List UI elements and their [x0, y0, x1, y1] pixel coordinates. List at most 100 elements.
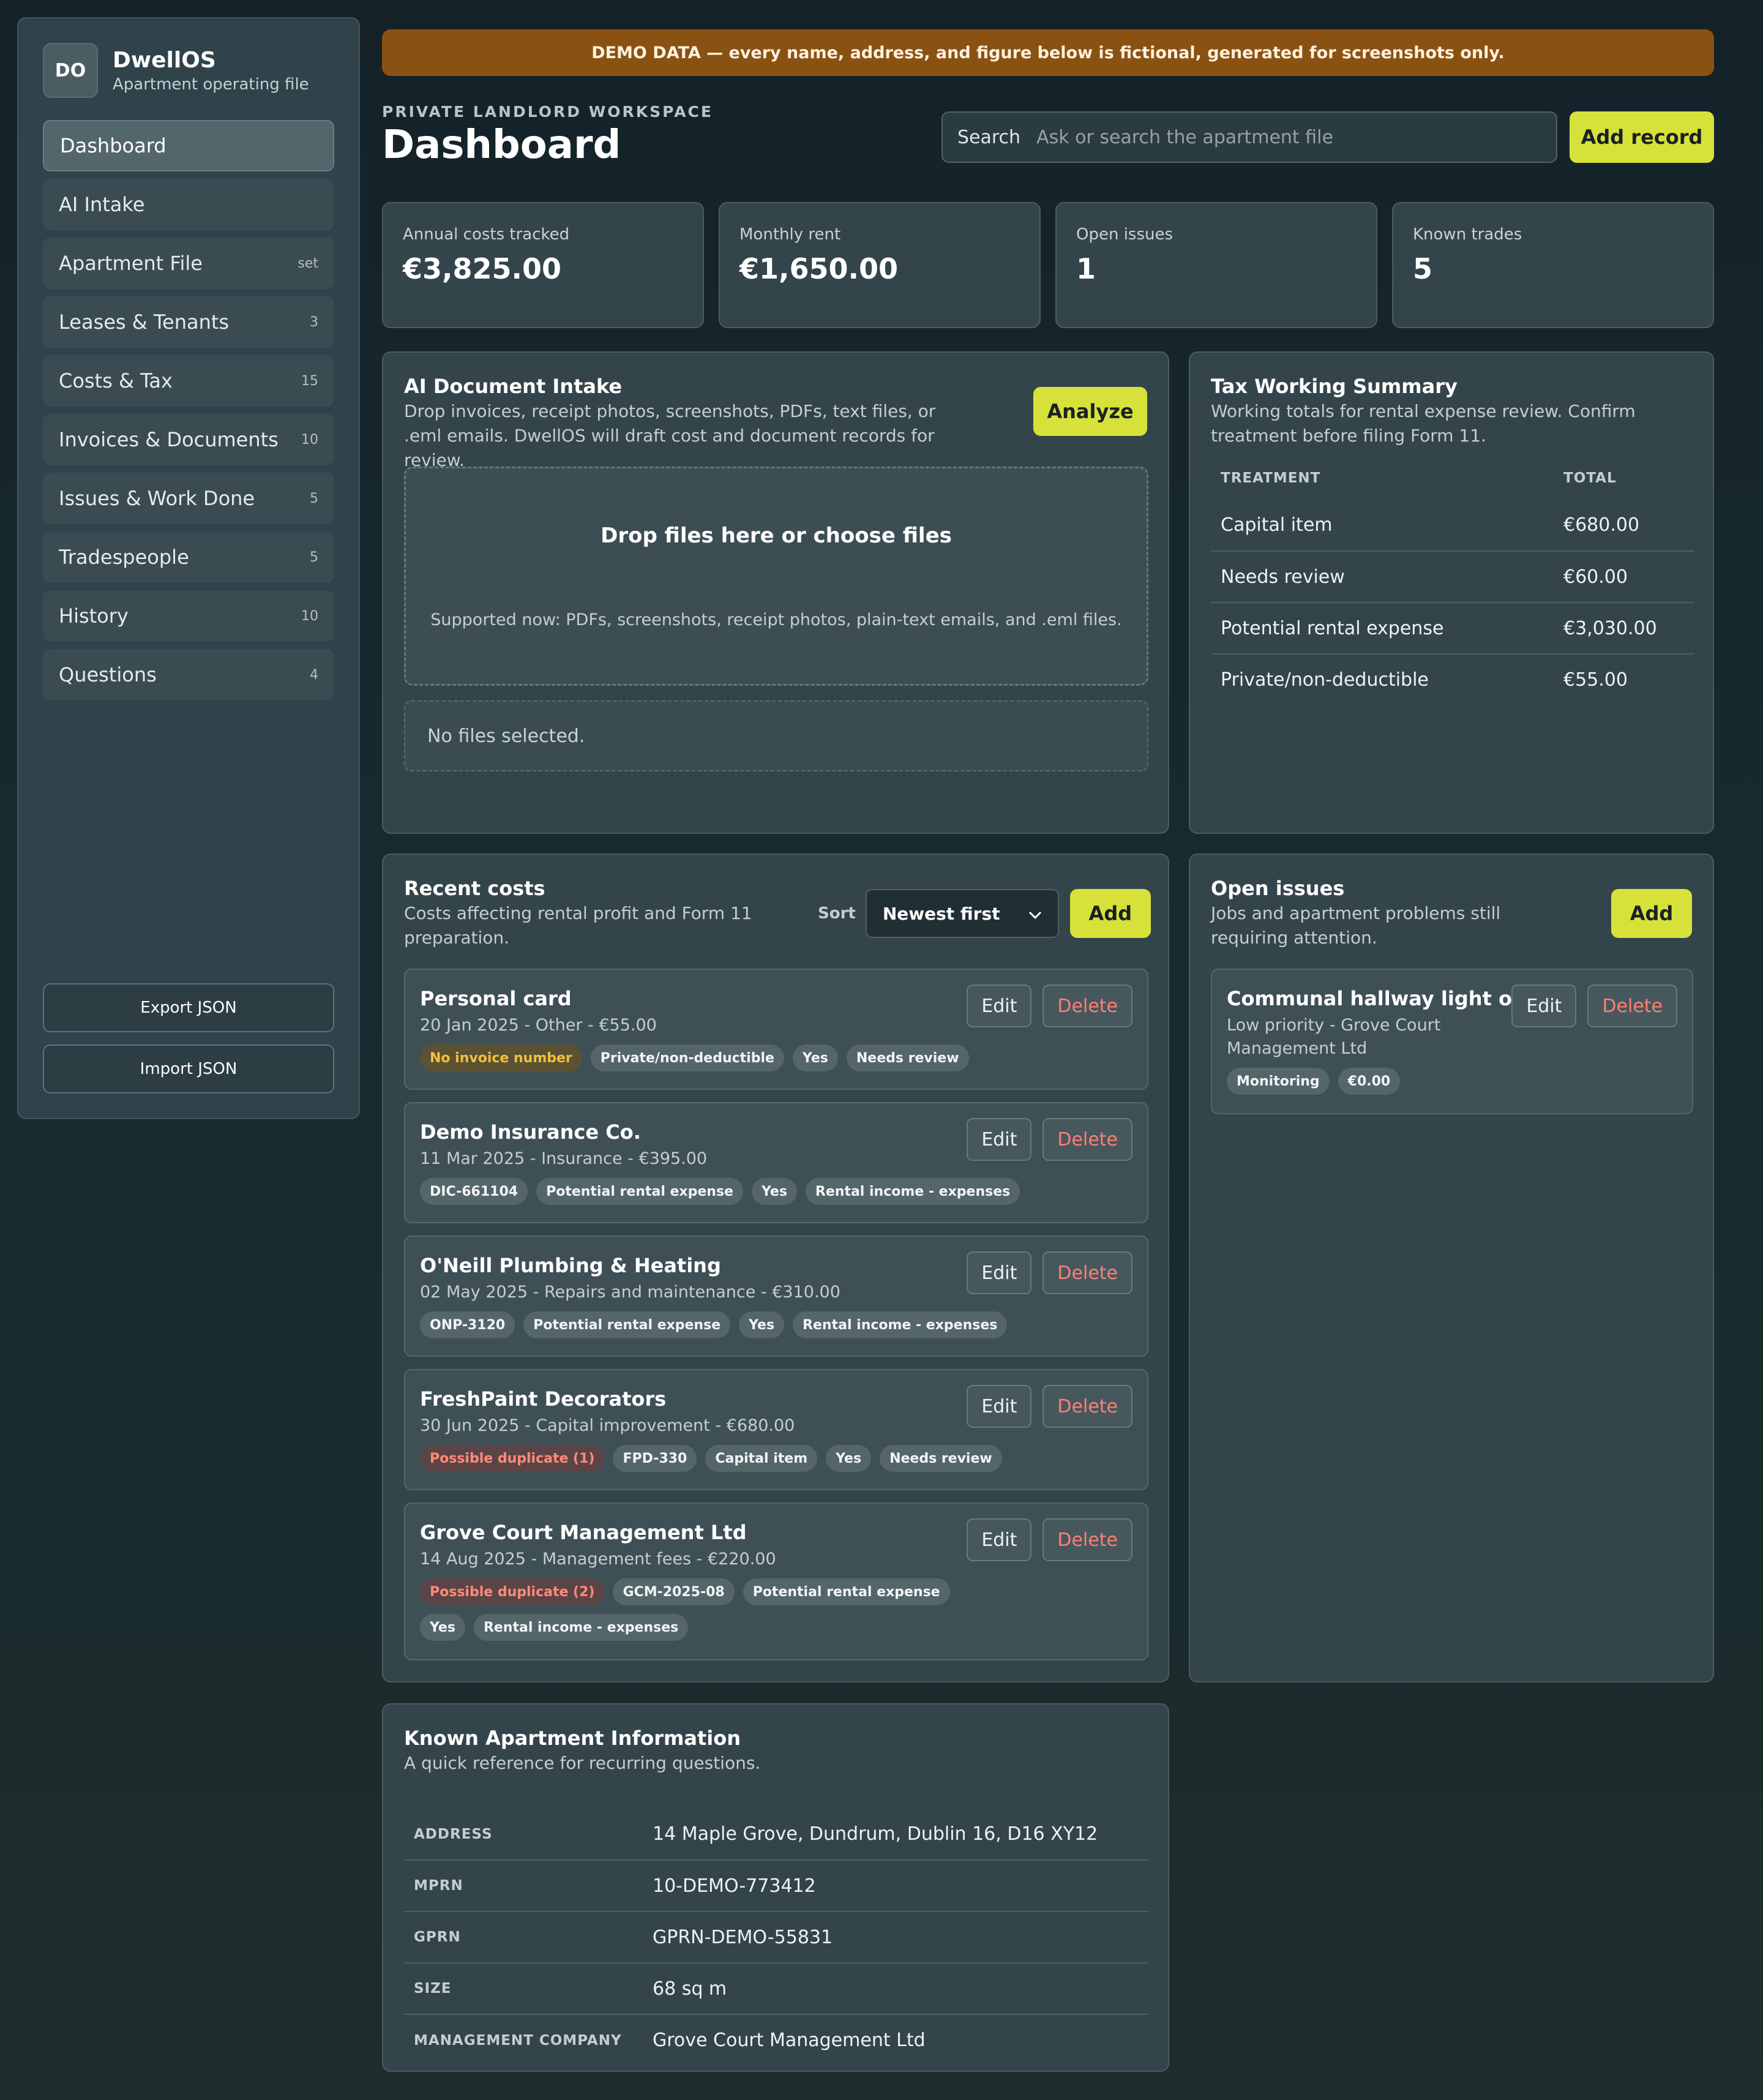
sidebar-item-label: Invoices & Documents	[59, 428, 279, 451]
treatment-cell: Private/non-deductible	[1211, 653, 1554, 705]
tag-list: DIC-661104 Potential rental expense Yes …	[420, 1178, 1132, 1213]
sort-select[interactable]: Newest first	[865, 889, 1059, 938]
table-row: MANAGEMENT COMPANY Grove Court Managemen…	[404, 2014, 1148, 2066]
cost-card: Grove Court Management Ltd 14 Aug 2025 -…	[404, 1502, 1148, 1660]
stat-value: 1	[1076, 252, 1096, 285]
sidebar-item-count: 4	[310, 667, 318, 683]
edit-button[interactable]: Edit	[967, 1251, 1032, 1294]
sidebar-item-label: Dashboard	[60, 134, 167, 157]
demo-banner: DEMO DATA — every name, address, and fig…	[382, 29, 1714, 76]
tag-list: ONP-3120 Potential rental expense Yes Re…	[420, 1311, 1132, 1347]
add-issue-button[interactable]: Add	[1611, 889, 1692, 938]
edit-button[interactable]: Edit	[967, 1118, 1032, 1161]
delete-button[interactable]: Delete	[1042, 1518, 1132, 1561]
status-badge: No invoice number	[420, 1044, 582, 1071]
edit-button[interactable]: Edit	[967, 1385, 1032, 1428]
status-badge: Needs review	[880, 1445, 1002, 1472]
sidebar-item-label: Questions	[59, 663, 157, 686]
delete-button[interactable]: Delete	[1587, 984, 1677, 1027]
sort-value: Newest first	[882, 903, 1000, 924]
chevron-down-icon	[1028, 904, 1042, 924]
open-issues-panel: Open issues Jobs and apartment problems …	[1189, 853, 1714, 1682]
sidebar-item-label: History	[59, 604, 129, 628]
stat-monthly-rent: Monthly rent €1,650.00	[719, 202, 1041, 328]
info-key: MPRN	[404, 1860, 643, 1912]
sidebar-item-tradespeople[interactable]: Tradespeople 5	[43, 531, 334, 583]
tax-title: Tax Working Summary	[1211, 375, 1458, 398]
add-cost-button[interactable]: Add	[1069, 889, 1151, 938]
sidebar-item-leases[interactable]: Leases & Tenants 3	[43, 296, 334, 348]
status-badge: Private/non-deductible	[590, 1044, 784, 1071]
card-actions: Edit Delete	[956, 1251, 1132, 1294]
card-actions: Edit Delete	[956, 1118, 1132, 1161]
stat-open-issues: Open issues 1	[1055, 202, 1377, 328]
status-badge: Potential rental expense	[743, 1578, 950, 1605]
stat-label: Annual costs tracked	[403, 225, 570, 244]
status-badge: Yes	[751, 1178, 797, 1205]
delete-button[interactable]: Delete	[1042, 1251, 1132, 1294]
sidebar-item-ai-intake[interactable]: AI Intake	[43, 179, 334, 230]
sidebar-item-costs[interactable]: Costs & Tax 15	[43, 355, 334, 407]
edit-button[interactable]: Edit	[967, 984, 1032, 1027]
table-row: Needs review €60.00	[1211, 550, 1694, 602]
tax-summary-panel: Tax Working Summary Working totals for r…	[1189, 351, 1714, 834]
info-description: A quick reference for recurring question…	[404, 1753, 761, 1773]
status-badge: Possible duplicate (2)	[420, 1578, 605, 1605]
analyze-button[interactable]: Analyze	[1033, 387, 1147, 436]
sidebar-item-history[interactable]: History 10	[43, 590, 334, 642]
dropzone-subtitle: Supported now: PDFs, screenshots, receip…	[430, 610, 1122, 629]
sidebar-item-label: Tradespeople	[59, 546, 189, 569]
edit-button[interactable]: Edit	[1511, 984, 1577, 1027]
info-table: ADDRESS 14 Maple Grove, Dundrum, Dublin …	[404, 1809, 1148, 2066]
status-badge: Yes	[420, 1614, 465, 1641]
info-value: 14 Maple Grove, Dundrum, Dublin 16, D16 …	[643, 1809, 1148, 1861]
status-badge: Needs review	[846, 1044, 969, 1071]
issue-meta: Low priority - Grove Court Management Lt…	[1227, 1016, 1441, 1058]
sidebar-item-dashboard[interactable]: Dashboard	[43, 120, 334, 171]
sidebar-item-label: Costs & Tax	[59, 369, 173, 392]
sidebar-item-apartment-file[interactable]: Apartment File set	[43, 238, 334, 289]
table-row: Potential rental expense €3,030.00	[1211, 602, 1694, 654]
edit-button[interactable]: Edit	[967, 1518, 1032, 1561]
table-row: GPRN GPRN-DEMO-55831	[404, 1911, 1148, 1963]
export-json-button[interactable]: Export JSON	[43, 983, 334, 1032]
search-input[interactable]	[1035, 126, 1541, 149]
delete-button[interactable]: Delete	[1042, 1118, 1132, 1161]
status-badge: Potential rental expense	[523, 1311, 731, 1338]
sidebar-item-questions[interactable]: Questions 4	[43, 649, 334, 700]
stat-label: Open issues	[1076, 225, 1173, 244]
tag-list: Possible duplicate (1) FPD-330 Capital i…	[420, 1445, 1132, 1480]
import-json-button[interactable]: Import JSON	[43, 1044, 334, 1093]
sidebar-item-count: set	[298, 255, 318, 271]
delete-button[interactable]: Delete	[1042, 1385, 1132, 1428]
status-badge: €0.00	[1338, 1068, 1401, 1095]
info-value: GPRN-DEMO-55831	[643, 1911, 1148, 1963]
stat-value: €1,650.00	[739, 252, 898, 285]
stat-label: Known trades	[1413, 225, 1522, 244]
info-value: 10-DEMO-773412	[643, 1860, 1148, 1912]
page-title: Dashboard	[382, 122, 621, 168]
dropzone-title: Drop files here or choose files	[601, 523, 952, 548]
info-value: 68 sq m	[643, 1963, 1148, 2015]
total-cell: €680.00	[1563, 514, 1640, 536]
brand: DO DwellOS Apartment operating file	[43, 43, 334, 98]
stat-value: 5	[1413, 252, 1433, 285]
apartment-info-panel: Known Apartment Information A quick refe…	[382, 1703, 1169, 2072]
info-key: SIZE	[404, 1963, 643, 2015]
status-badge: Monitoring	[1227, 1068, 1330, 1095]
sidebar-item-count: 5	[310, 549, 318, 565]
costs-description: Costs affecting rental profit and Form 1…	[404, 903, 752, 948]
search-box: Search	[941, 111, 1557, 163]
column-header-total: TOTAL	[1563, 470, 1617, 486]
table-row: MPRN 10-DEMO-773412	[404, 1860, 1148, 1912]
table-row: ADDRESS 14 Maple Grove, Dundrum, Dublin …	[404, 1809, 1148, 1861]
status-badge: ONP-3120	[420, 1311, 515, 1338]
file-dropzone[interactable]: Drop files here or choose files Supporte…	[404, 467, 1148, 686]
issues-description: Jobs and apartment problems still requir…	[1211, 903, 1501, 948]
status-badge: DIC-661104	[420, 1178, 528, 1205]
add-record-button[interactable]: Add record	[1570, 111, 1714, 163]
delete-button[interactable]: Delete	[1042, 984, 1132, 1027]
sidebar-item-invoices[interactable]: Invoices & Documents 10	[43, 414, 334, 465]
status-badge: Potential rental expense	[536, 1178, 743, 1205]
sidebar-item-issues[interactable]: Issues & Work Done 5	[43, 473, 334, 524]
